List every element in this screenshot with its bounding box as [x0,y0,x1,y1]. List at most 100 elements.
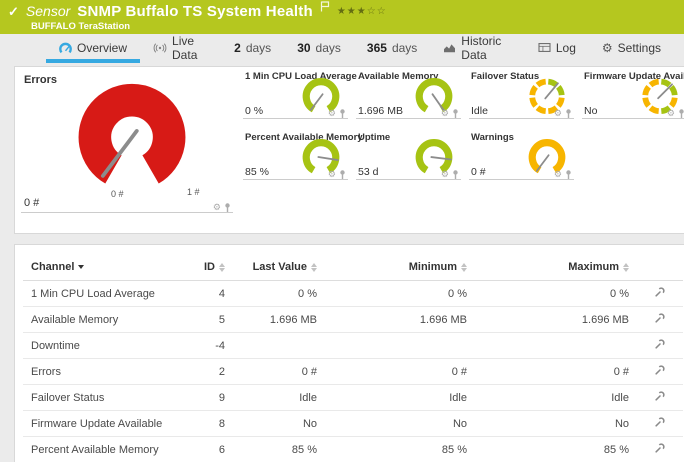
channel-name: Errors [23,358,191,385]
pin-icon[interactable] [565,170,572,179]
gauge-value: 0 # [24,197,40,209]
tab-2-days[interactable]: 2 days [221,36,284,63]
channel-table-panel: Channel ID Last Value Minimum Maximum 1 … [14,244,684,462]
tab-label: Historic Data [461,33,502,62]
table-header-row: Channel ID Last Value Minimum Maximum [23,257,683,281]
sort-icon [461,262,467,272]
gear-icon[interactable]: ⚙ [554,170,562,179]
tab-historic-data[interactable]: Historic Data [430,33,525,63]
table-row[interactable]: Percent Available Memory 6 85 % 85 % 85 … [23,436,683,462]
tab-settings[interactable]: ⚙ Settings [589,36,674,63]
column-header-minimum[interactable]: Minimum [325,257,475,281]
channel-name: Downtime [23,332,191,359]
gauge-value: 53 d [358,166,379,178]
table-row[interactable]: Firmware Update Available 8 No No No [23,410,683,437]
tab-30-days[interactable]: 30 days [284,36,354,63]
sort-icon [219,262,225,272]
gauge-card-errors[interactable]: Errors 0 # 1 # 0 # ⚙ [21,71,233,213]
gauge-value: Idle [471,105,488,117]
wrench-icon[interactable] [654,338,666,350]
tab-label: Overview [77,40,128,55]
wrench-icon[interactable] [654,286,666,298]
gauge-title: Uptime [358,132,391,143]
gear-icon[interactable]: ⚙ [441,170,449,179]
gauge-title: Warnings [471,132,514,143]
gauge-title: Errors [24,74,58,86]
column-header-actions [637,257,683,281]
pin-icon[interactable] [678,109,684,118]
channel-name: Failover Status [23,384,191,411]
status-check-icon: ✓ [8,4,19,19]
small-gauges-grid: 1 Min CPU Load Average 0 % ⚙ Available M… [243,71,684,180]
tab-365-days[interactable]: 365 days [354,36,430,63]
pin-icon[interactable] [224,203,231,212]
flag-icon[interactable] [320,0,330,17]
gauge-icon [59,42,72,54]
pin-icon[interactable] [339,170,346,179]
gear-icon[interactable]: ⚙ [328,170,336,179]
gauge-card-available-memory[interactable]: Available Memory 1.696 MB ⚙ [356,71,461,119]
gear-icon[interactable]: ⚙ [441,109,449,118]
gauge-value: 1.696 MB [358,105,403,117]
tab-label: 2 [234,40,241,55]
gauge-card-uptime[interactable]: Uptime 53 d ⚙ [356,132,461,180]
parent-device-link[interactable]: BUFFALO TeraStation [31,21,674,32]
gauge-scale-min: 0 # [111,189,124,199]
sensor-header: ✓ Sensor SNMP Buffalo TS System Health ★… [0,0,684,34]
table-row[interactable]: Errors 2 0 # 0 # 0 # [23,358,683,385]
gauge-card-cpu-load[interactable]: 1 Min CPU Load Average 0 % ⚙ [243,71,357,119]
wrench-icon[interactable] [654,442,666,454]
gauge-card-failover-status[interactable]: Failover Status Idle ⚙ [469,71,574,119]
tab-live-data[interactable]: Live Data [140,33,221,63]
log-icon [538,42,551,53]
gear-icon[interactable]: ⚙ [554,109,562,118]
wrench-icon[interactable] [654,416,666,428]
pin-icon[interactable] [339,109,346,118]
pin-icon[interactable] [452,109,459,118]
tab-label: Live Data [172,33,198,62]
column-header-last-value[interactable]: Last Value [233,257,325,281]
errors-gauge [78,83,186,184]
gear-icon: ⚙ [601,40,613,55]
overview-panel: Errors 0 # 1 # 0 # ⚙ 1 Min CPU Load Aver… [14,66,684,234]
wrench-icon[interactable] [654,312,666,324]
table-row[interactable]: Downtime -4 [23,332,683,359]
table-row[interactable]: Available Memory 5 1.696 MB 1.696 MB 1.6… [23,306,683,333]
pin-icon[interactable] [452,170,459,179]
tab-label: Log [555,40,576,55]
tab-bar: Overview Live Data 2 days 30 days 365 da… [0,34,684,63]
gauge-value: 0 % [245,105,264,117]
table-row[interactable]: 1 Min CPU Load Average 4 0 % 0 % 0 % [23,280,683,307]
wrench-icon[interactable] [654,390,666,402]
column-header-maximum[interactable]: Maximum [475,257,637,281]
tab-label: 30 [297,40,311,55]
sort-icon [311,262,317,272]
gear-icon[interactable]: ⚙ [667,109,675,118]
tab-label: 365 [366,40,387,55]
priority-stars[interactable]: ★★★☆☆ [337,6,387,17]
channel-name: Percent Available Memory [23,436,191,462]
channel-table: Channel ID Last Value Minimum Maximum 1 … [23,257,683,462]
sort-icon [623,262,629,272]
object-kind-label: Sensor [25,3,71,19]
tab-label: Settings [617,40,661,55]
gauge-card-firmware-update[interactable]: Firmware Update Available No ⚙ [582,71,684,119]
tab-overview[interactable]: Overview [46,36,141,63]
column-header-channel[interactable]: Channel [23,257,191,281]
gauge-scale-max: 1 # [187,187,200,197]
gauge-value: 0 # [471,166,486,178]
gauge-value: No [584,105,598,117]
gauge-card-percent-available-memory[interactable]: Percent Available Memory 85 % ⚙ [243,132,363,180]
table-row[interactable]: Failover Status 9 Idle Idle Idle [23,384,683,411]
gauge-card-warnings[interactable]: Warnings 0 # ⚙ [469,132,574,180]
wrench-icon[interactable] [654,364,666,376]
tab-log[interactable]: Log [525,36,589,63]
gear-icon[interactable]: ⚙ [213,203,221,212]
gear-icon[interactable]: ⚙ [328,109,336,118]
channel-name: 1 Min CPU Load Average [23,280,191,307]
live-data-icon [153,42,167,54]
sort-desc-icon [78,265,85,270]
channel-name: Firmware Update Available [23,410,191,437]
column-header-id[interactable]: ID [191,257,233,281]
pin-icon[interactable] [565,109,572,118]
